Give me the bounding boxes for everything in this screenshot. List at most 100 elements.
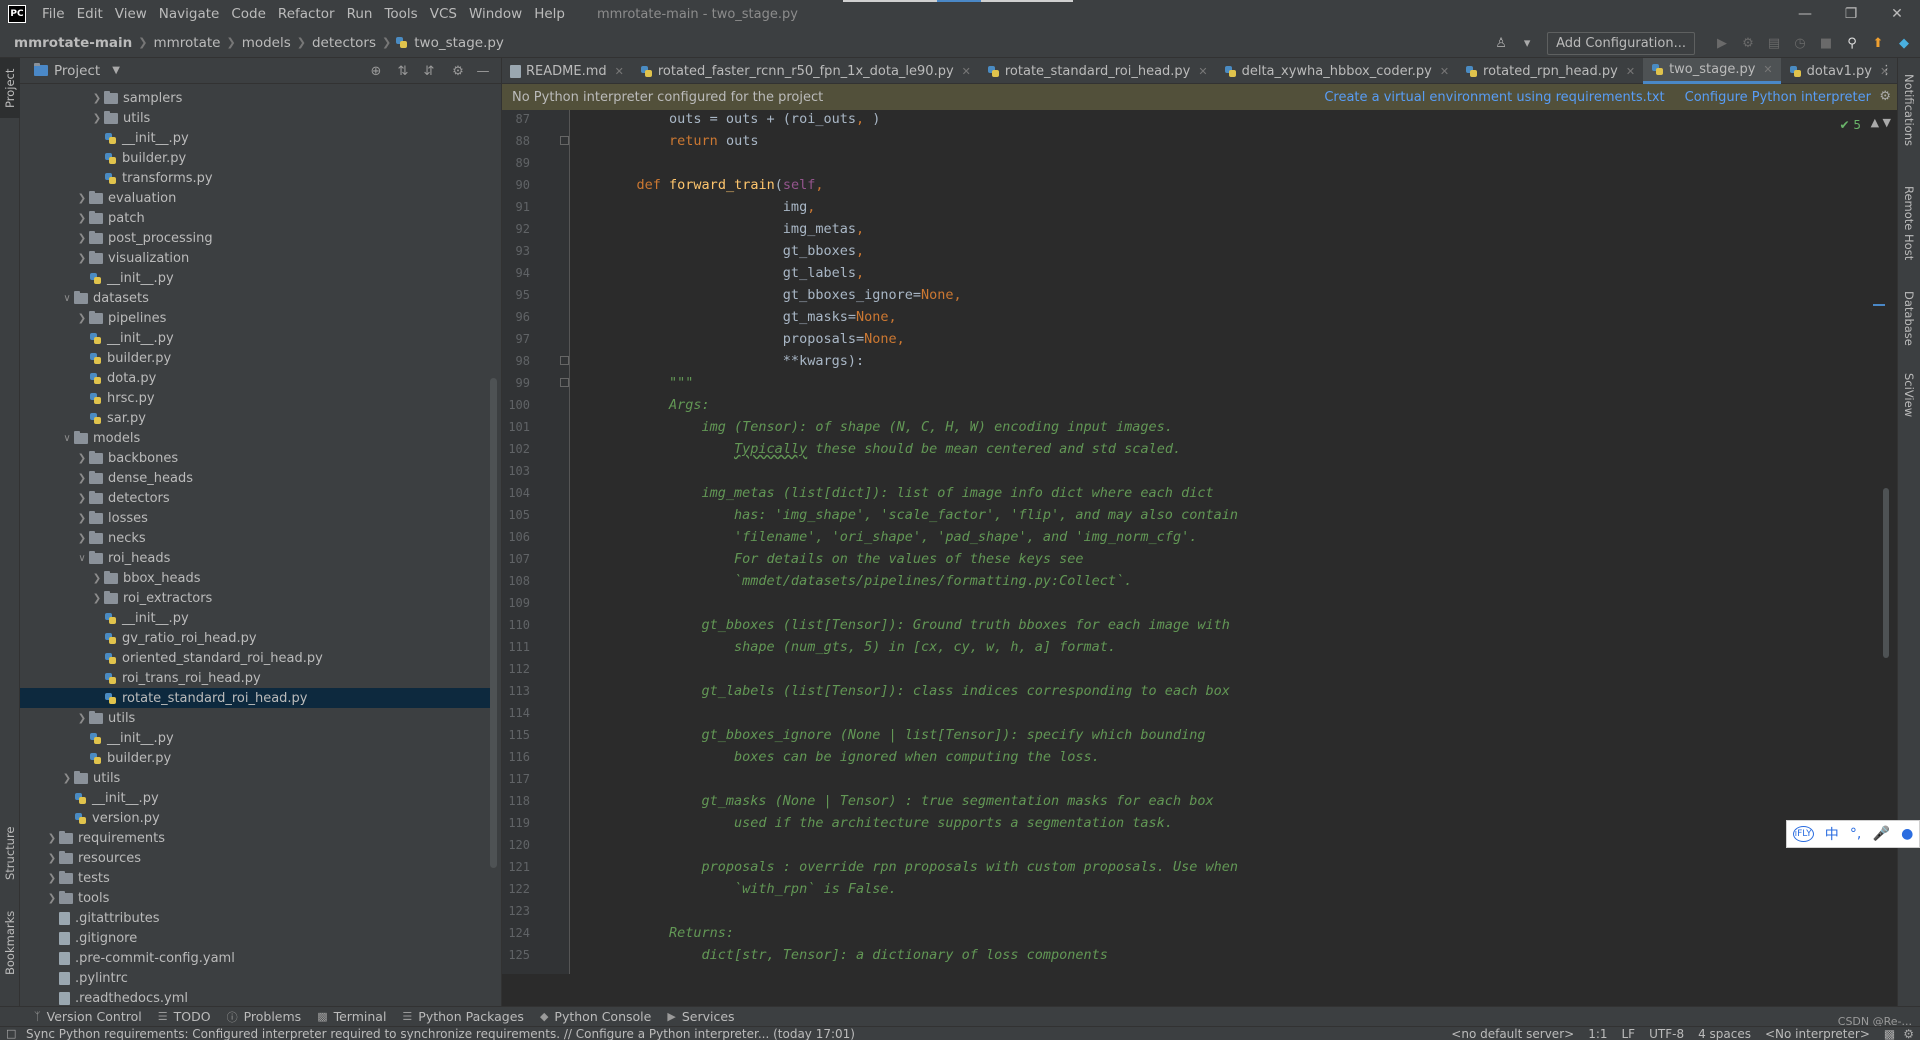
code-line[interactable]: 108 `mmdet/datasets/pipelines/formatting… <box>502 570 1897 592</box>
restore-button[interactable]: ❐ <box>1828 0 1874 28</box>
tree-item[interactable]: ❯ dense_heads <box>20 468 492 488</box>
configure-interpreter-link[interactable]: Configure Python interpreter <box>1685 90 1871 105</box>
menu-edit[interactable]: Edit <box>71 0 109 28</box>
search-icon[interactable]: ⚲ <box>1844 35 1860 51</box>
close-tab-icon[interactable]: ✕ <box>615 65 624 78</box>
code-line[interactable]: 125 dict[str, Tensor]: a dictionary of l… <box>502 944 1897 966</box>
memory-icon[interactable]: ⚙ <box>1903 1027 1914 1040</box>
tree-item[interactable]: ❯ detectors <box>20 488 492 508</box>
profile-icon[interactable]: ◷ <box>1792 35 1808 51</box>
code-line[interactable]: 124 Returns: <box>502 922 1897 944</box>
ime-punctuation-icon[interactable]: °, <box>1850 826 1861 842</box>
tree-item[interactable]: sar.py <box>20 408 492 428</box>
tree-item[interactable]: ❯ tools <box>20 888 492 908</box>
chevron-right-icon[interactable]: ❯ <box>45 893 59 904</box>
tree-item[interactable]: version.py <box>20 808 492 828</box>
collapse-all-icon[interactable]: ⇵ <box>421 63 437 79</box>
editor-tab[interactable]: rotated_rpn_head.py ✕ <box>1457 58 1643 84</box>
tree-item[interactable]: builder.py <box>20 148 492 168</box>
inspection-widget[interactable]: ✔ 5 <box>1839 118 1861 132</box>
tree-item[interactable]: oriented_standard_roi_head.py <box>20 648 492 668</box>
tree-item[interactable]: __init__.py <box>20 788 492 808</box>
tree-item[interactable]: ❯ utils <box>20 108 492 128</box>
chevron-down-icon[interactable]: ▾ <box>1519 35 1535 51</box>
tool-todo[interactable]: ☰ TODO <box>158 1009 211 1024</box>
gear-icon[interactable]: ⚙ <box>450 63 466 79</box>
ime-chinese-toggle[interactable]: 中 <box>1825 824 1839 844</box>
tree-item[interactable]: .gitattributes <box>20 908 492 928</box>
tool-problems[interactable]: ⓘ Problems <box>227 1009 302 1025</box>
chevron-right-icon[interactable]: ❯ <box>45 873 59 884</box>
code-line[interactable]: 88 return outs <box>502 130 1897 152</box>
code-line[interactable]: 113 gt_labels (list[Tensor]): class indi… <box>502 680 1897 702</box>
tree-item[interactable]: __init__.py <box>20 268 492 288</box>
status-interpreter[interactable]: <No interpreter> <box>1765 1027 1870 1040</box>
debug-icon[interactable]: ⚙ <box>1740 35 1756 51</box>
hide-panel-icon[interactable]: — <box>475 63 491 79</box>
tool-terminal[interactable]: ▩ Terminal <box>317 1009 386 1024</box>
code-line[interactable]: 95 gt_bboxes_ignore=None, <box>502 284 1897 306</box>
close-tab-icon[interactable]: ✕ <box>962 65 971 78</box>
tree-item[interactable]: __init__.py <box>20 328 492 348</box>
chevron-right-icon[interactable]: ❯ <box>75 493 89 504</box>
microphone-icon[interactable]: 🎤 <box>1873 826 1890 842</box>
menu-tools[interactable]: Tools <box>378 0 423 28</box>
tool-tab-structure[interactable]: Structure <box>0 818 20 888</box>
code-line[interactable]: 96 gt_masks=None, <box>502 306 1897 328</box>
chevron-right-icon[interactable]: ❯ <box>90 593 104 604</box>
chevron-right-icon[interactable]: ❯ <box>75 713 89 724</box>
jetbrains-icon[interactable]: ◆ <box>1896 35 1912 51</box>
expand-all-icon[interactable]: ⇅ <box>395 63 411 79</box>
gear-icon[interactable]: ⚙ <box>1879 89 1891 104</box>
tree-item[interactable]: ❯ utils <box>20 708 492 728</box>
tool-tab-sciview[interactable]: SciView <box>1898 363 1920 428</box>
update-icon[interactable]: ⬆ <box>1870 35 1886 51</box>
chevron-right-icon[interactable]: ❯ <box>90 573 104 584</box>
code-line[interactable]: 105 has: 'img_shape', 'scale_factor', 'f… <box>502 504 1897 526</box>
tree-item[interactable]: ❯ post_processing <box>20 228 492 248</box>
code-line[interactable]: 104 img_metas (list[dict]): list of imag… <box>502 482 1897 504</box>
code-line[interactable]: 119 used if the architecture supports a … <box>502 812 1897 834</box>
tree-item[interactable]: __init__.py <box>20 608 492 628</box>
chevron-right-icon[interactable]: ❯ <box>45 853 59 864</box>
tree-item[interactable]: rotate_standard_roi_head.py <box>20 688 492 708</box>
code-line[interactable]: 100 Args: <box>502 394 1897 416</box>
tree-item[interactable]: .readthedocs.yml <box>20 988 492 1006</box>
chevron-down-icon[interactable]: ▼ <box>112 65 120 76</box>
lock-icon[interactable]: ▩ <box>1884 1027 1895 1040</box>
status-toggle-icon[interactable]: □ <box>6 1027 16 1040</box>
code-line[interactable]: 99 """ <box>502 372 1897 394</box>
code-line[interactable]: 117 <box>502 768 1897 790</box>
tool-services[interactable]: ▶ Services <box>667 1009 734 1024</box>
status-server[interactable]: <no default server> <box>1451 1027 1574 1040</box>
code-line[interactable]: 121 proposals : override rpn proposals w… <box>502 856 1897 878</box>
code-line[interactable]: 90 def forward_train(self, <box>502 174 1897 196</box>
editor-scrollbar[interactable] <box>1883 488 1889 658</box>
tree-item[interactable]: ❯ requirements <box>20 828 492 848</box>
tree-item[interactable]: ❯ roi_extractors <box>20 588 492 608</box>
code-line[interactable]: 87 outs = outs + (roi_outs, ) <box>502 108 1897 130</box>
code-line[interactable]: 112 <box>502 658 1897 680</box>
status-message[interactable]: Sync Python requirements: Configured int… <box>26 1027 855 1040</box>
tool-python-console[interactable]: ◆ Python Console <box>540 1009 651 1024</box>
editor-tab[interactable]: rotated_faster_rcnn_r50_fpn_1x_dota_le90… <box>632 58 979 84</box>
code-line[interactable]: 106 'filename', 'ori_shape', 'pad_shape'… <box>502 526 1897 548</box>
code-line[interactable]: 102 Typically these should be mean cente… <box>502 438 1897 460</box>
code-line[interactable]: 114 <box>502 702 1897 724</box>
tool-version-control[interactable]: ᛉ Version Control <box>34 1009 142 1024</box>
code-line[interactable]: 89 <box>502 152 1897 174</box>
code-line[interactable]: 116 boxes can be ignored when computing … <box>502 746 1897 768</box>
close-tab-icon[interactable]: ✕ <box>1440 65 1449 78</box>
fold-marker-icon[interactable] <box>560 378 569 387</box>
code-editor[interactable]: 87 outs = outs + (roi_outs, ) 88 return o… <box>502 110 1897 974</box>
code-line[interactable]: 111 shape (num_gts, 5) in [cx, cy, w, h,… <box>502 636 1897 658</box>
code-line[interactable]: 103 <box>502 460 1897 482</box>
stop-icon[interactable]: ■ <box>1818 35 1834 51</box>
tool-python-packages[interactable]: ☰ Python Packages <box>402 1009 524 1024</box>
tree-item[interactable]: ❯ tests <box>20 868 492 888</box>
locate-icon[interactable]: ⊕ <box>368 63 384 79</box>
breadcrumb-detectors[interactable]: detectors <box>310 35 378 51</box>
code-line[interactable]: 118 gt_masks (None | Tensor) : true segm… <box>502 790 1897 812</box>
tree-item[interactable]: ❯ losses <box>20 508 492 528</box>
editor-tab[interactable]: delta_xywha_hbbox_coder.py ✕ <box>1216 58 1457 84</box>
